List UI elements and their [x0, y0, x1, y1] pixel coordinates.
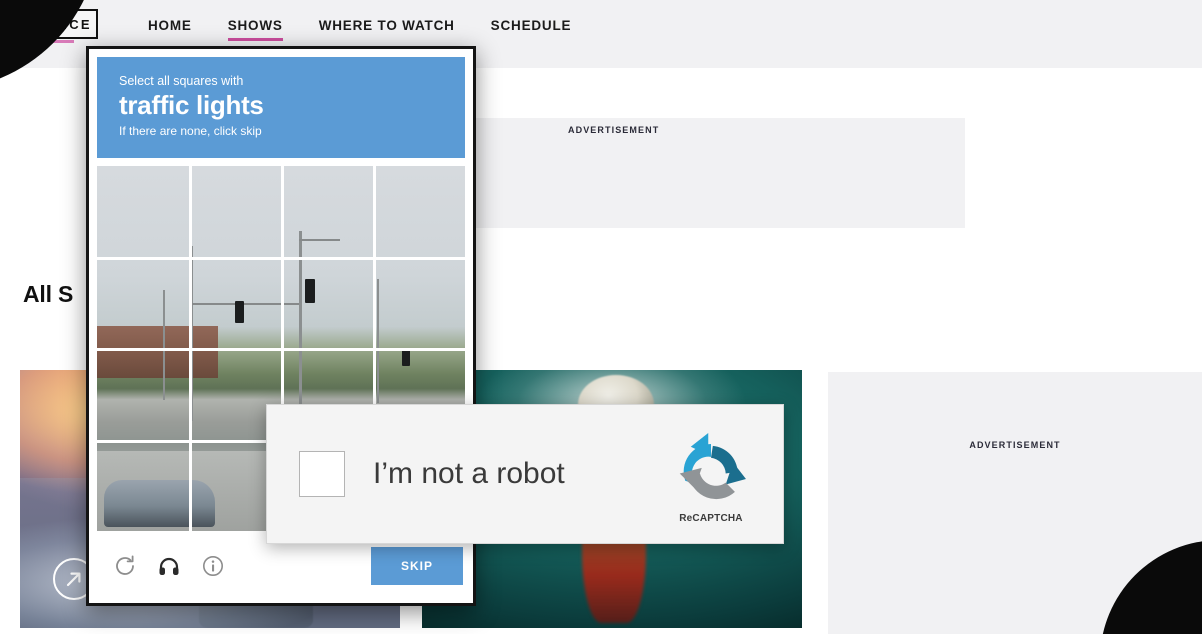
page-root: ADVERTISEMENT ADVERTISEMENT All S HOME S… — [0, 0, 1202, 634]
nav-item-where-to-watch[interactable]: WHERE TO WATCH — [319, 18, 455, 41]
captcha-tool-icons — [97, 554, 225, 578]
recaptcha-brand: ReCAPTCHA — [661, 427, 761, 524]
skip-button[interactable]: SKIP — [370, 547, 463, 585]
grid-line — [97, 348, 465, 352]
info-icon[interactable] — [201, 554, 225, 578]
captcha-prompt: Select all squares with traffic lights I… — [97, 57, 465, 158]
grid-line — [97, 257, 465, 261]
headphones-icon[interactable] — [157, 554, 181, 578]
captcha-toolbar: SKIP — [97, 537, 465, 595]
recaptcha-checkbox[interactable] — [299, 451, 345, 497]
nav-item-home[interactable]: HOME — [148, 18, 192, 41]
advertisement-label: ADVERTISEMENT — [969, 440, 1061, 450]
captcha-prompt-target: traffic lights — [119, 90, 264, 121]
reload-icon[interactable] — [113, 554, 137, 578]
advertisement-label: ADVERTISEMENT — [568, 125, 660, 135]
recaptcha-label: I’m not a robot — [373, 457, 565, 490]
arrow-up-right-icon — [66, 572, 81, 587]
nav-item-schedule[interactable]: SCHEDULE — [491, 18, 572, 41]
page-title: All S — [23, 281, 74, 307]
recaptcha-brand-text: ReCAPTCHA — [679, 513, 743, 524]
advertisement-block-top: ADVERTISEMENT — [475, 118, 965, 228]
nav-item-shows[interactable]: SHOWS — [227, 18, 283, 41]
recaptcha-widget: I’m not a robot ReCAPTCHA — [266, 404, 784, 544]
captcha-prompt-hint: If there are none, click skip — [119, 124, 262, 139]
main-navigation: HOME SHOWS WHERE TO WATCH SCHEDULE — [148, 18, 607, 41]
recaptcha-logo-icon — [679, 432, 746, 500]
captcha-prompt-intro: Select all squares with — [119, 74, 244, 88]
